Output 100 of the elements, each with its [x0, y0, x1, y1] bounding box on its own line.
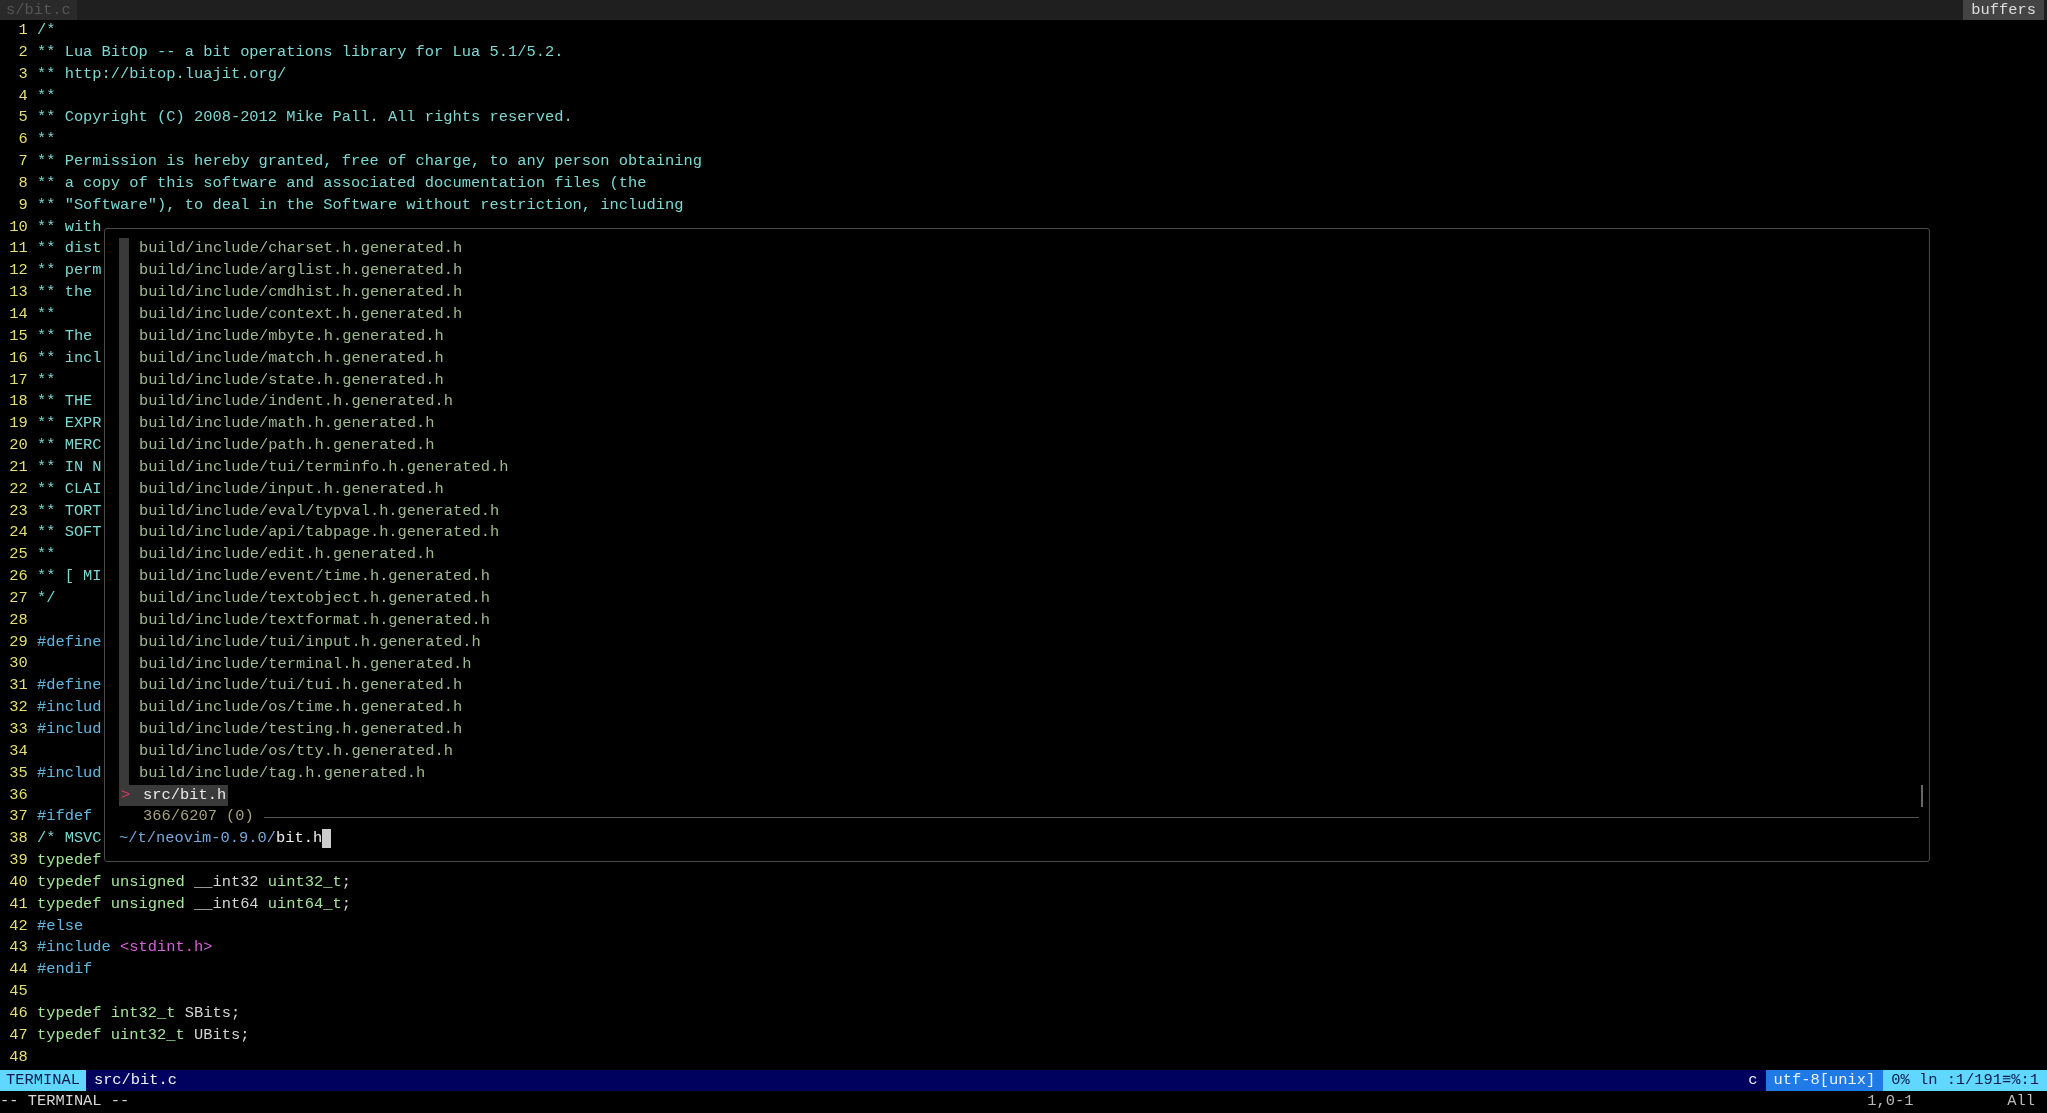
code-line: ** [ MI — [36, 566, 102, 588]
line-number: 33 — [8, 719, 28, 740]
line-number: 36 — [8, 784, 28, 806]
mode-message: -- TERMINAL -- — [0, 1090, 131, 1112]
file-item[interactable]: build/include/cmdhist.h.generated.h — [139, 282, 509, 304]
search-field[interactable]: ~/t/neovim-0.9.0/bit.h — [119, 828, 332, 851]
encoding-label: utf-8[unix] — [1765, 1069, 1884, 1091]
file-item[interactable]: build/include/context.h.generated.h — [139, 304, 509, 326]
file-item[interactable]: build/include/arglist.h.generated.h — [139, 260, 509, 283]
file-item[interactable]: build/include/indent.h.generated.h — [139, 391, 509, 414]
line-number: 1 — [17, 20, 28, 41]
code-line: #define — [36, 675, 102, 697]
line-number: 30 — [8, 653, 28, 675]
code-line: ** a copy of this software and associated documentation files (the — [36, 172, 647, 194]
code-line: ** — [36, 544, 56, 566]
code-line: typedef unsigned __int64 uint64_t; — [36, 893, 351, 915]
code-line: ** "Software"), to deal in the Software without restriction, including — [36, 194, 684, 216]
code-line: #ifdef — [36, 806, 93, 828]
file-item[interactable]: src/bit.h — [143, 784, 229, 807]
line-number: 17 — [8, 369, 28, 391]
line-number: 14 — [8, 303, 28, 325]
code-line: /* MSVC — [36, 828, 102, 850]
file-item[interactable]: build/include/api/tabpage.h.generated.h — [139, 522, 509, 545]
file-item[interactable]: build/include/tui/input.h.generated.h — [139, 631, 509, 654]
code-line: typedef uint32_t UBits; — [36, 1024, 250, 1046]
line-number: 45 — [8, 981, 28, 1003]
file-item[interactable]: build/include/tag.h.generated.h — [139, 762, 509, 785]
line-number: 46 — [8, 1002, 28, 1024]
line-number: 34 — [8, 740, 28, 762]
file-item[interactable]: build/include/path.h.generated.h — [139, 435, 509, 457]
line-number: 9 — [17, 194, 28, 216]
code-line: typedef unsigned __int32 uint32_t; — [36, 871, 351, 893]
file-item[interactable]: build/include/terminal.h.generated.h — [139, 653, 509, 676]
line-number: 44 — [8, 959, 28, 981]
line-number: 23 — [8, 500, 28, 522]
line-number: 37 — [8, 806, 28, 828]
code-line: ** — [36, 129, 56, 151]
scrollbar-thumb[interactable] — [1921, 784, 1923, 807]
file-item[interactable]: build/include/event/time.h.generated.h — [139, 566, 509, 588]
line-number: 22 — [8, 478, 28, 500]
line-number: 31 — [8, 675, 28, 697]
file-item[interactable]: build/include/match.h.generated.h — [139, 347, 509, 370]
file-item[interactable]: build/include/testing.h.generated.h — [139, 719, 509, 741]
line-number: 35 — [8, 762, 28, 784]
file-item[interactable]: build/include/os/tty.h.generated.h — [139, 740, 509, 763]
code-line: ** CLAI — [36, 478, 102, 500]
scroll-position: All — [2007, 1090, 2036, 1112]
line-number: 25 — [8, 544, 28, 566]
line-number: 40 — [8, 871, 28, 893]
line-number: 3 — [17, 63, 28, 85]
line-number: 15 — [8, 325, 28, 347]
file-item[interactable]: build/include/eval/typval.h.generated.h — [139, 500, 509, 523]
line-number: 4 — [17, 85, 28, 107]
file-item[interactable]: build/include/textformat.h.generated.h — [139, 609, 509, 632]
code-line: ** SOFT — [36, 522, 102, 544]
file-item[interactable]: build/include/edit.h.generated.h — [139, 544, 509, 567]
file-item[interactable]: build/include/tui/tui.h.generated.h — [139, 675, 509, 698]
code-line: typedef int32_t SBits; — [36, 1002, 241, 1024]
code-line: ** dist — [36, 238, 102, 260]
code-line: #includ — [36, 762, 102, 784]
line-number: 21 — [8, 456, 28, 478]
code-line: ** THE — [36, 391, 93, 413]
code-line: ** incl — [36, 347, 102, 369]
line-number: 5 — [17, 107, 28, 129]
file-item[interactable]: build/include/os/time.h.generated.h — [139, 697, 509, 720]
line-number: 43 — [8, 937, 28, 959]
line-number: 24 — [8, 522, 28, 544]
cursor-position: 0% ln :1/191≡%:1 — [1883, 1069, 2047, 1091]
buffers-label: buffers — [1963, 0, 2044, 20]
code-line: ** http://bitop.luajit.org/ — [36, 63, 287, 85]
code-line: #includ — [36, 719, 102, 740]
file-item[interactable]: build/include/mbyte.h.generated.h — [139, 325, 509, 348]
match-counter: 366/6207 (0) — [143, 806, 254, 828]
line-number: 13 — [8, 282, 28, 304]
file-item[interactable]: build/include/input.h.generated.h — [139, 478, 509, 501]
line-number: 11 — [8, 238, 28, 260]
file-item[interactable]: build/include/tui/terminfo.h.generated.h — [139, 456, 509, 479]
cursor-position: 1,0-1 — [1867, 1090, 1915, 1112]
line-number: 7 — [17, 151, 28, 173]
line-number: 12 — [8, 260, 28, 282]
line-number: 39 — [8, 850, 28, 872]
code-line: ** Permission is hereby granted, free of charge, to any person obtaining — [36, 151, 702, 173]
line-number: 19 — [8, 413, 28, 435]
pointer-marker: > — [119, 784, 143, 807]
code-line: ** IN N — [36, 456, 102, 478]
code-line: ** — [36, 85, 56, 107]
code-line: #define — [36, 631, 102, 653]
code-line: ** the — [36, 282, 93, 304]
code-line: ** Lua BitOp -- a bit operations library for Lua 5.1/5.2. — [36, 41, 564, 63]
file-item[interactable]: build/include/charset.h.generated.h — [139, 238, 509, 261]
line-number: 26 — [8, 566, 28, 588]
code-line: ** Copyright (C) 2008-2012 Mike Pall. All rights reserved. — [36, 107, 573, 129]
line-number: 41 — [8, 893, 28, 915]
code-line: /* — [36, 20, 56, 41]
file-item[interactable]: build/include/textobject.h.generated.h — [139, 588, 509, 610]
line-number: 38 — [8, 828, 28, 850]
code-line: #endif — [36, 959, 93, 981]
file-item[interactable]: build/include/math.h.generated.h — [139, 413, 509, 436]
line-number: 16 — [8, 347, 28, 369]
file-item[interactable]: build/include/state.h.generated.h — [139, 369, 509, 392]
